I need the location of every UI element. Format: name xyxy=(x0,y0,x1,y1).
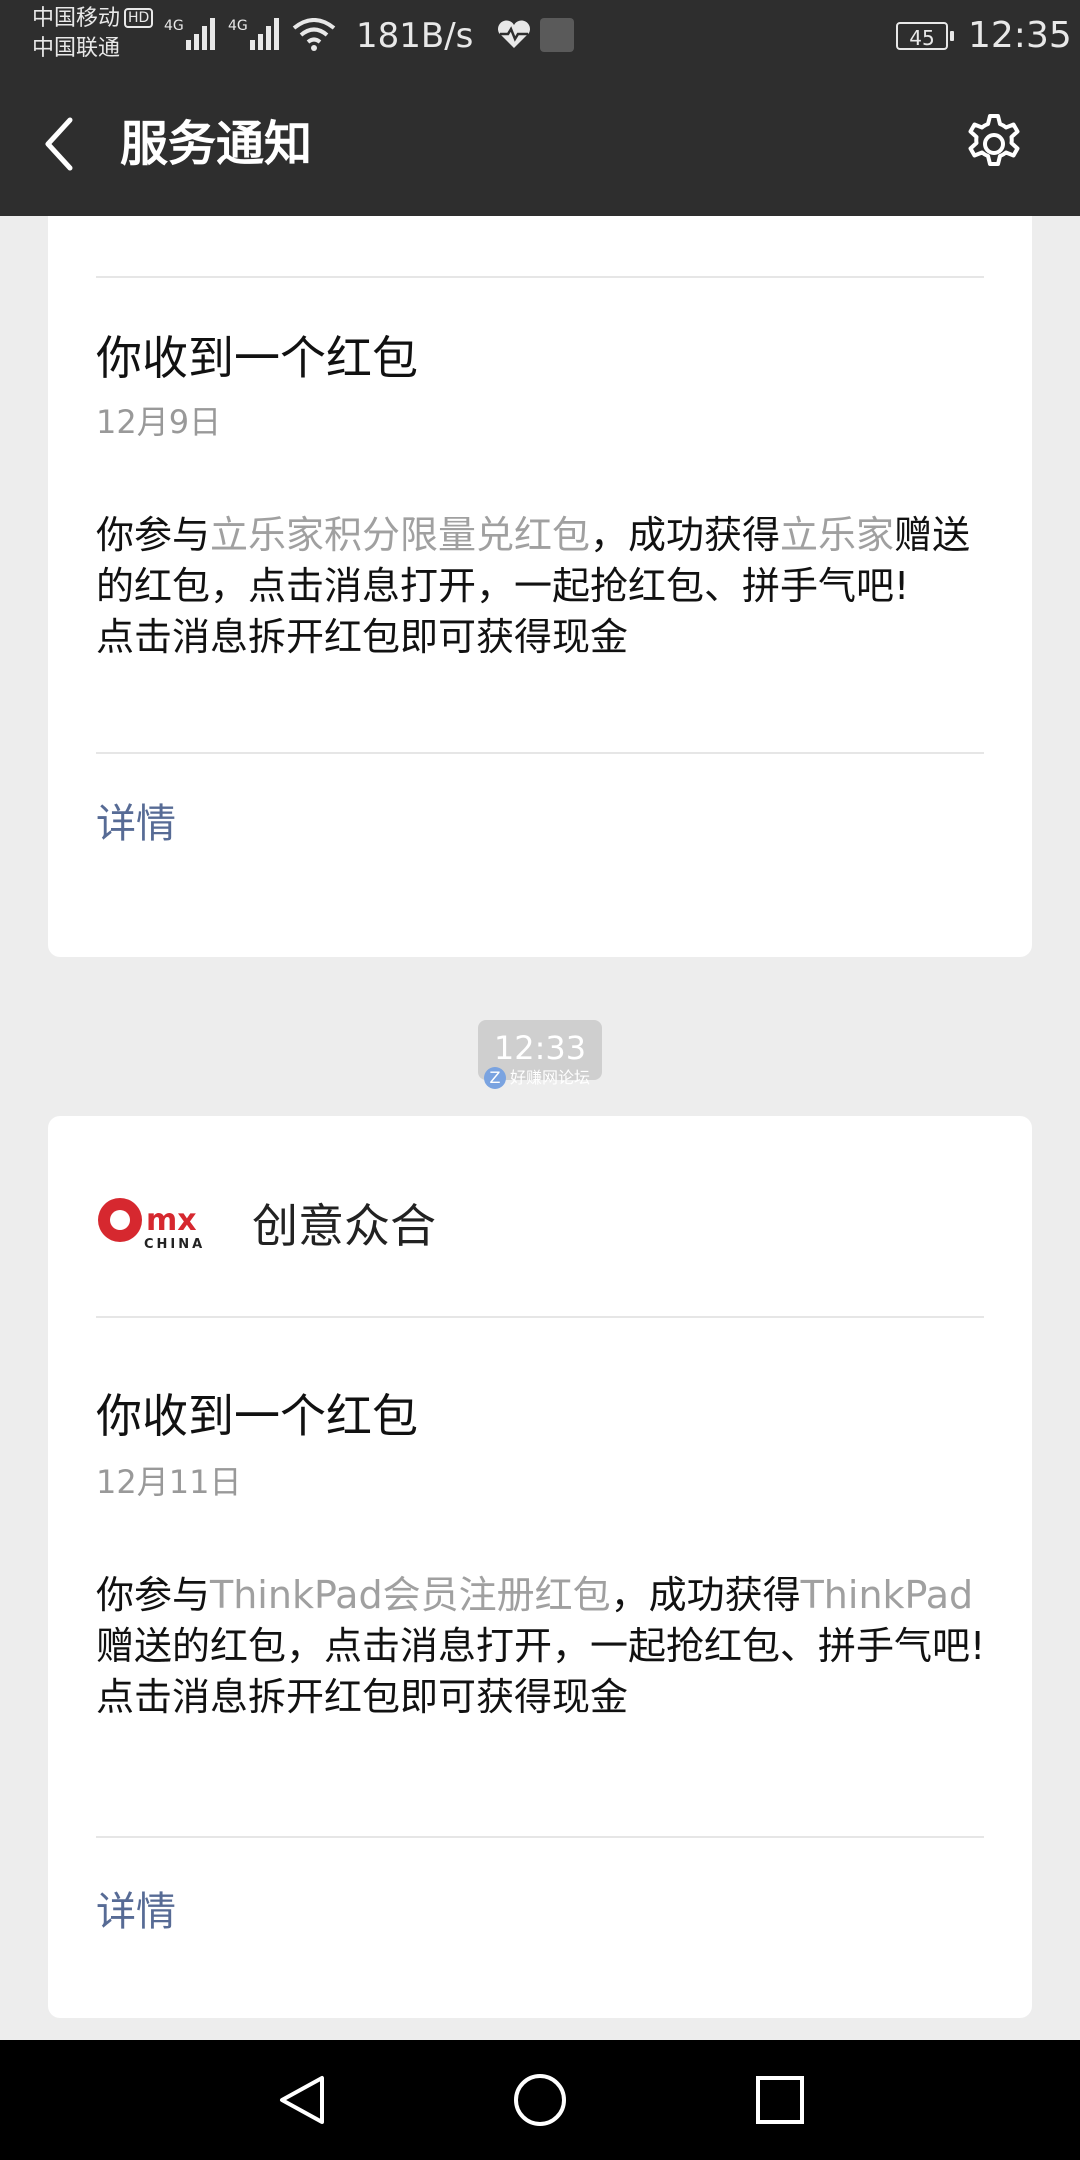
title-bar: 服务通知 xyxy=(0,72,1080,216)
signal-icon-2: 4G xyxy=(228,14,284,54)
details-link[interactable]: 详情 xyxy=(96,798,176,850)
chevron-left-icon xyxy=(45,117,73,171)
body-line2: 点击消息拆开红包即可获得现金 xyxy=(96,615,629,659)
gear-icon xyxy=(968,114,1020,166)
page-title: 服务通知 xyxy=(120,116,313,172)
body-mid: ，成功获得 xyxy=(610,1573,801,1617)
body-line2: 点击消息拆开红包即可获得现金 xyxy=(96,1675,629,1719)
logo-text: mx xyxy=(146,1203,197,1238)
sender-name: ThinkPad xyxy=(800,1573,974,1617)
settings-button[interactable] xyxy=(962,112,1026,176)
body-suffix: 赠送的红包，点击消息打开，一起抢红包、拼手气吧! xyxy=(96,1624,986,1668)
back-button[interactable] xyxy=(40,112,80,176)
message-date: 12月11日 xyxy=(96,1463,242,1501)
back-triangle-icon[interactable] xyxy=(272,2070,332,2130)
wifi-icon xyxy=(292,18,336,52)
body-prefix: 你参与 xyxy=(96,1573,211,1617)
battery-icon: 45 xyxy=(896,22,954,50)
navigation-bar xyxy=(0,2040,1080,2160)
svg-text:4G: 4G xyxy=(228,18,248,34)
net-speed: 181B/s xyxy=(356,16,474,56)
signal-icon: 4G xyxy=(164,14,220,54)
hd-badge: HD xyxy=(124,8,154,28)
message-title: 你收到一个红包 xyxy=(96,331,418,385)
status-bar: 中国移动 HD 中国联通 4G 4G 181B/s 45 12:35 xyxy=(0,0,1080,72)
heart-rate-icon xyxy=(496,20,532,54)
message-card[interactable]: mx CHINA 创意众合 你收到一个红包 12月11日 你参与ThinkPad… xyxy=(48,1116,1032,2018)
message-date: 12月9日 xyxy=(96,403,222,441)
message-body: 你参与ThinkPad会员注册红包，成功获得ThinkPad 赠送的红包，点击消息… xyxy=(96,1570,986,1723)
divider xyxy=(96,1316,984,1318)
message-body: 你参与立乐家积分限量兑红包，成功获得立乐家赠送的红包，点击消息打开，一起抢红包、… xyxy=(96,510,986,663)
network-type-1: 4G xyxy=(164,18,184,34)
message-card[interactable]: 你收到一个红包 12月9日 你参与立乐家积分限量兑红包，成功获得立乐家赠送的红包… xyxy=(48,216,1032,957)
brand-name: 创意众合 xyxy=(252,1199,436,1253)
recents-square-icon[interactable] xyxy=(750,2070,810,2130)
carrier-info: 中国移动 HD 中国联通 xyxy=(32,4,154,64)
event-name: ThinkPad会员注册红包 xyxy=(210,1573,611,1617)
message-list[interactable]: 你收到一个红包 12月9日 你参与立乐家积分限量兑红包，成功获得立乐家赠送的红包… xyxy=(0,216,1080,2040)
watermark-icon: Z xyxy=(484,1067,506,1089)
message-title: 你收到一个红包 xyxy=(96,1389,418,1443)
watermark: Z 好赚网论坛 xyxy=(484,1064,590,1089)
carrier-2: 中国联通 xyxy=(32,36,121,61)
sender-name: 立乐家 xyxy=(780,513,895,557)
app-icon xyxy=(540,18,574,52)
event-name: 立乐家积分限量兑红包 xyxy=(210,513,591,557)
details-link[interactable]: 详情 xyxy=(96,1886,176,1938)
carrier-1: 中国移动 xyxy=(32,6,121,31)
divider xyxy=(96,1836,984,1838)
logo-sub: CHINA xyxy=(144,1237,205,1252)
body-prefix: 你参与 xyxy=(96,513,211,557)
home-circle-icon[interactable] xyxy=(510,2070,570,2130)
divider xyxy=(96,752,984,754)
body-mid: ，成功获得 xyxy=(590,513,781,557)
divider xyxy=(96,276,984,278)
status-time: 12:35 xyxy=(968,15,1072,56)
brand-logo: mx CHINA xyxy=(96,1192,216,1254)
